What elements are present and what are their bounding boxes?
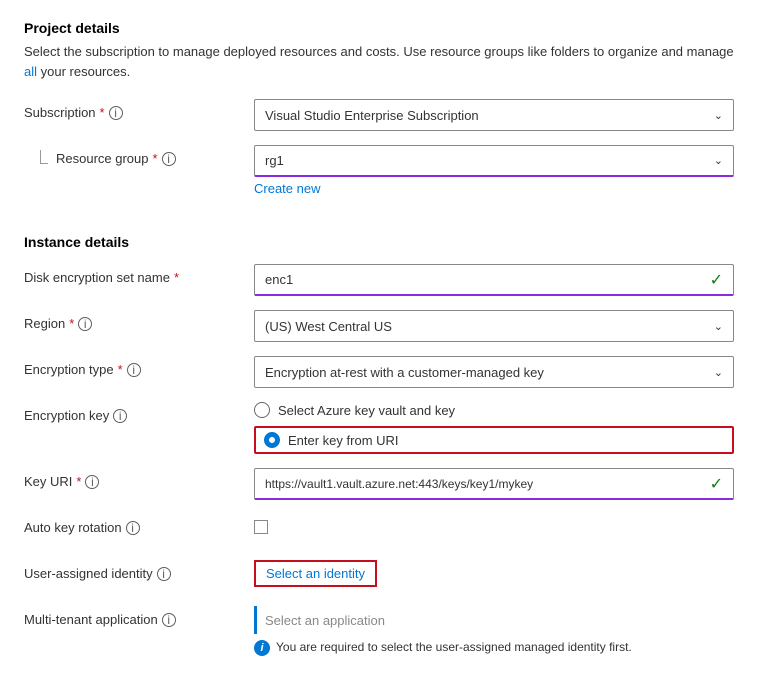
encryption-type-info-icon[interactable]: i [127, 363, 141, 377]
region-chevron-icon: ⌄ [714, 320, 723, 333]
encryption-type-dropdown[interactable]: Encryption at-rest with a customer-manag… [254, 356, 734, 388]
multi-tenant-control: Select an application i You are required… [254, 606, 734, 656]
radio-option-uri[interactable]: Enter key from URI [254, 426, 734, 454]
instance-details-title: Instance details [24, 234, 736, 250]
disk-encryption-row: Disk encryption set name * enc1 ✓ [24, 264, 736, 296]
disk-encryption-input[interactable]: enc1 ✓ [254, 264, 734, 296]
desc-text-2: your resources. [41, 64, 131, 79]
region-row: Region * i (US) West Central US ⌄ [24, 310, 736, 342]
encryption-type-label-group: Encryption type * i [24, 356, 254, 377]
disk-encryption-value: enc1 [265, 272, 293, 287]
encryption-type-control: Encryption at-rest with a customer-manag… [254, 356, 734, 388]
subscription-info-icon[interactable]: i [109, 106, 123, 120]
region-required: * [69, 316, 74, 331]
multi-tenant-row: Multi-tenant application i Select an app… [24, 606, 736, 656]
resource-group-row: Resource group * i rg1 ⌄ Create new [24, 145, 736, 196]
encryption-key-radio-group: Select Azure key vault and key Enter key… [254, 402, 734, 454]
resource-group-label: Resource group [56, 151, 149, 166]
user-identity-label-group: User-assigned identity i [24, 560, 254, 581]
info-circle-icon: i [254, 640, 270, 656]
subscription-control: Visual Studio Enterprise Subscription ⌄ [254, 99, 734, 131]
select-identity-button[interactable]: Select an identity [254, 560, 377, 587]
encryption-key-control: Select Azure key vault and key Enter key… [254, 402, 734, 454]
key-uri-value: https://vault1.vault.azure.net:443/keys/… [265, 477, 533, 491]
auto-key-rotation-label: Auto key rotation [24, 520, 122, 535]
auto-key-rotation-info-icon[interactable]: i [126, 521, 140, 535]
select-application-placeholder[interactable]: Select an application [254, 606, 734, 634]
key-uri-required: * [76, 474, 81, 489]
resource-group-label-group: Resource group * i [24, 145, 254, 166]
multi-tenant-info-text: You are required to select the user-assi… [276, 640, 632, 654]
project-details-title: Project details [24, 20, 736, 36]
key-uri-control: https://vault1.vault.azure.net:443/keys/… [254, 468, 734, 500]
instance-details-section: Instance details Disk encryption set nam… [24, 234, 736, 656]
user-identity-row: User-assigned identity i Select an ident… [24, 560, 736, 592]
region-info-icon[interactable]: i [78, 317, 92, 331]
resource-group-info-icon[interactable]: i [162, 152, 176, 166]
auto-key-rotation-control [254, 514, 734, 537]
resource-group-required: * [153, 151, 158, 166]
multi-tenant-info-icon[interactable]: i [162, 613, 176, 627]
region-dropdown[interactable]: (US) West Central US ⌄ [254, 310, 734, 342]
disk-encryption-label-group: Disk encryption set name * [24, 264, 254, 285]
subscription-label: Subscription [24, 105, 96, 120]
section-divider [24, 210, 736, 218]
select-application-text: Select an application [265, 613, 385, 628]
encryption-type-required: * [118, 362, 123, 377]
region-control: (US) West Central US ⌄ [254, 310, 734, 342]
encryption-key-row: Encryption key i Select Azure key vault … [24, 402, 736, 454]
radio-vault-circle [254, 402, 270, 418]
disk-encryption-required: * [174, 270, 179, 285]
user-identity-control: Select an identity [254, 560, 734, 587]
key-uri-check-icon: ✓ [710, 474, 723, 494]
radio-uri-label: Enter key from URI [288, 433, 399, 448]
subscription-label-group: Subscription * i [24, 99, 254, 120]
encryption-key-label-group: Encryption key i [24, 402, 254, 423]
radio-uri-circle [264, 432, 280, 448]
key-uri-row: Key URI * i https://vault1.vault.azure.n… [24, 468, 736, 500]
subscription-chevron-icon: ⌄ [714, 109, 723, 122]
project-details-section: Project details Select the subscription … [24, 20, 736, 196]
create-new-link[interactable]: Create new [254, 181, 320, 196]
encryption-key-info-icon[interactable]: i [113, 409, 127, 423]
desc-link[interactable]: all [24, 64, 37, 79]
resource-group-dropdown[interactable]: rg1 ⌄ [254, 145, 734, 177]
subscription-row: Subscription * i Visual Studio Enterpris… [24, 99, 736, 131]
region-value: (US) West Central US [265, 319, 392, 334]
user-identity-label: User-assigned identity [24, 566, 153, 581]
region-label-group: Region * i [24, 310, 254, 331]
key-uri-input[interactable]: https://vault1.vault.azure.net:443/keys/… [254, 468, 734, 500]
resource-group-chevron-icon: ⌄ [714, 154, 723, 167]
key-uri-label-group: Key URI * i [24, 468, 254, 489]
disk-encryption-control: enc1 ✓ [254, 264, 734, 296]
multi-tenant-label-group: Multi-tenant application i [24, 606, 254, 627]
disk-encryption-check-icon: ✓ [710, 270, 723, 290]
project-details-desc: Select the subscription to manage deploy… [24, 42, 736, 81]
key-uri-info-icon[interactable]: i [85, 475, 99, 489]
radio-vault-label: Select Azure key vault and key [278, 403, 455, 418]
auto-key-rotation-row: Auto key rotation i [24, 514, 736, 546]
radio-option-vault[interactable]: Select Azure key vault and key [254, 402, 734, 418]
encryption-type-row: Encryption type * i Encryption at-rest w… [24, 356, 736, 388]
encryption-key-label: Encryption key [24, 408, 109, 423]
subscription-dropdown[interactable]: Visual Studio Enterprise Subscription ⌄ [254, 99, 734, 131]
user-identity-info-icon[interactable]: i [157, 567, 171, 581]
multi-tenant-info-message: i You are required to select the user-as… [254, 640, 734, 656]
multi-tenant-label: Multi-tenant application [24, 612, 158, 627]
desc-text-1: Select the subscription to manage deploy… [24, 44, 734, 59]
encryption-type-value: Encryption at-rest with a customer-manag… [265, 365, 544, 380]
subscription-required: * [100, 105, 105, 120]
encryption-type-label: Encryption type [24, 362, 114, 377]
region-label: Region [24, 316, 65, 331]
resource-group-value: rg1 [265, 153, 284, 168]
resource-group-control: rg1 ⌄ Create new [254, 145, 734, 196]
auto-key-rotation-label-group: Auto key rotation i [24, 514, 254, 535]
key-uri-label: Key URI [24, 474, 72, 489]
subscription-value: Visual Studio Enterprise Subscription [265, 108, 479, 123]
auto-key-rotation-checkbox[interactable] [254, 520, 268, 534]
disk-encryption-label: Disk encryption set name [24, 270, 170, 285]
encryption-type-chevron-icon: ⌄ [714, 366, 723, 379]
